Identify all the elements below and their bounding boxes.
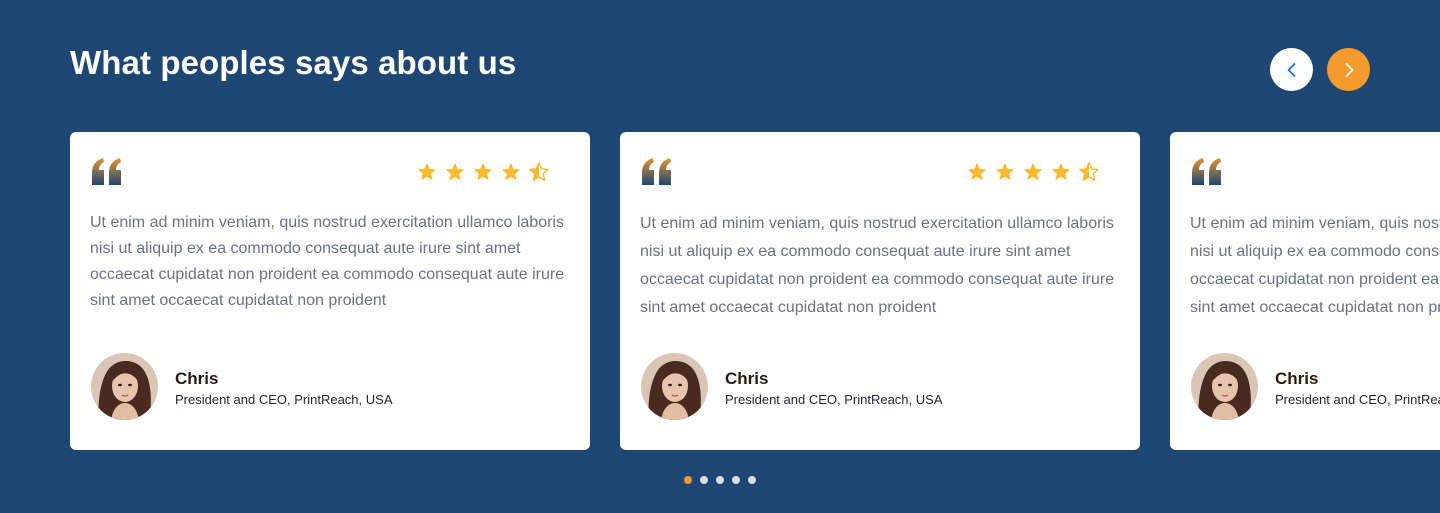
- star-icon: [417, 162, 437, 181]
- author-name: Chris: [725, 369, 769, 388]
- testimonial-card: Ut enim ad minim veniam, quis nostrud ex…: [1170, 132, 1440, 450]
- pagination-dot[interactable]: [684, 476, 692, 484]
- star-icon: [1023, 162, 1043, 181]
- star-rating: [966, 161, 1100, 183]
- author-role: President and CEO, PrintReach, USA: [725, 392, 943, 407]
- avatar: [1191, 353, 1258, 420]
- avatar: [91, 353, 158, 420]
- testimonial-text: Ut enim ad minim veniam, quis nostrud ex…: [1190, 215, 1440, 316]
- star-icon: [967, 162, 987, 181]
- star-icon: [445, 162, 465, 181]
- testimonial-text: Ut enim ad minim veniam, quis nostrud ex…: [640, 215, 1115, 316]
- star-icon: [1051, 162, 1071, 181]
- chevron-right-icon: [1345, 62, 1353, 77]
- half-star-icon: [1079, 162, 1099, 181]
- carousel-pagination: [684, 476, 756, 484]
- quote-icon: [1192, 158, 1221, 185]
- star-icon: [473, 162, 493, 181]
- star-icon: [501, 162, 521, 181]
- previous-button[interactable]: [1270, 48, 1313, 91]
- testimonial-card: Ut enim ad minim veniam, quis nostrud ex…: [70, 132, 590, 450]
- quote-icon: [92, 158, 121, 185]
- author-role: President and CEO, PrintReach, USA: [1275, 392, 1440, 407]
- avatar: [641, 353, 708, 420]
- star-rating: [416, 161, 550, 183]
- pagination-dot[interactable]: [732, 476, 740, 484]
- quote-icon: [642, 158, 671, 185]
- pagination-dot[interactable]: [748, 476, 756, 484]
- testimonial-card: Ut enim ad minim veniam, quis nostrud ex…: [620, 132, 1140, 450]
- author-name: Chris: [175, 369, 219, 388]
- star-icon: [995, 162, 1015, 181]
- testimonial-text: Ut enim ad minim veniam, quis nostrud ex…: [90, 214, 565, 309]
- testimonial-carousel: Ut enim ad minim veniam, quis nostrud ex…: [70, 132, 1440, 450]
- pagination-dot[interactable]: [700, 476, 708, 484]
- section-title: What peoples says about us: [70, 44, 517, 81]
- next-button[interactable]: [1327, 48, 1370, 91]
- author-name: Chris: [1275, 369, 1319, 388]
- chevron-left-icon: [1287, 62, 1295, 77]
- author-role: President and CEO, PrintReach, USA: [175, 392, 393, 407]
- pagination-dot[interactable]: [716, 476, 724, 484]
- half-star-icon: [529, 162, 549, 181]
